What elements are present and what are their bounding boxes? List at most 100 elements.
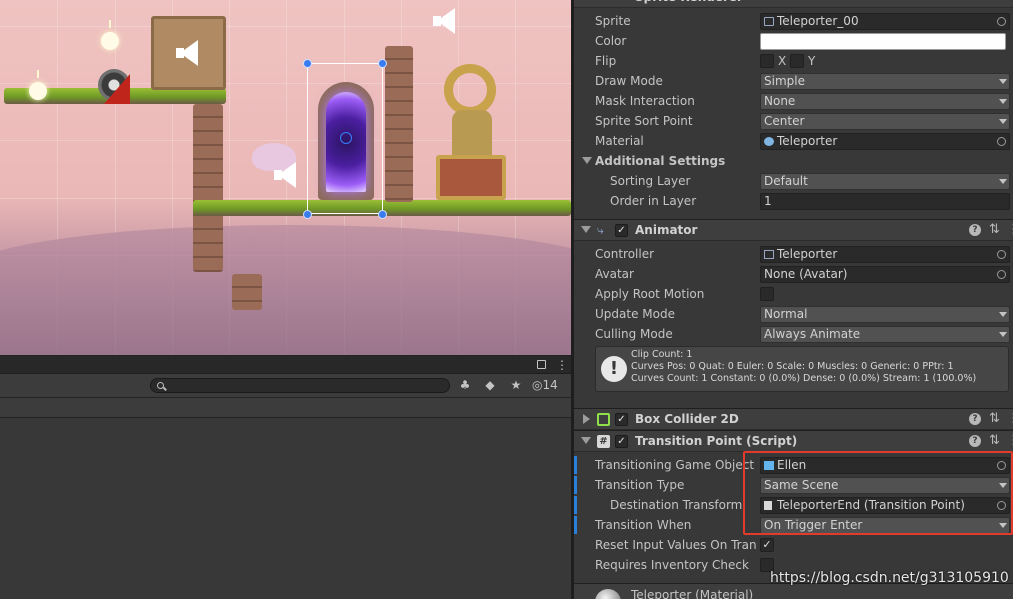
visible-count: 14 (542, 378, 558, 392)
mask-row: Mask Interaction None (574, 91, 1013, 111)
enable-checkbox[interactable]: ✓ (615, 413, 628, 426)
audio-source-icon[interactable] (176, 40, 198, 66)
animator-header[interactable]: ⤷ ✓ Animator ? ⇅ ⋮ (574, 219, 1013, 241)
presets-icon[interactable]: ⇅ (989, 433, 1000, 449)
label-tag-icon[interactable]: ◆ (480, 377, 500, 394)
sprite-renderer-header[interactable]: Sprite Renderer (574, 0, 1013, 8)
scene-view[interactable] (0, 0, 571, 355)
root-motion-checkbox[interactable] (760, 287, 774, 301)
order-input[interactable]: 1 (760, 193, 1010, 210)
audio-source-icon[interactable] (433, 8, 455, 34)
sort-point-dropdown[interactable]: Center (760, 113, 1010, 130)
field-value: Normal (764, 307, 808, 321)
chevron-down-icon (999, 119, 1007, 124)
object-picker-icon[interactable] (997, 17, 1006, 26)
field-label: Sorting Layer (610, 174, 691, 188)
selection-rect[interactable] (307, 63, 383, 214)
sort-point-row: Sprite Sort Point Center (574, 111, 1013, 131)
field-value: None (764, 94, 796, 108)
field-value: Center (764, 114, 805, 128)
foldout-arrow-icon[interactable] (583, 414, 590, 424)
sorting-layer-dropdown[interactable]: Default (760, 173, 1010, 190)
field-label: Material (595, 134, 644, 148)
controller-field[interactable]: Teleporter (760, 246, 1010, 263)
flip-y-checkbox[interactable] (790, 54, 804, 68)
color-swatch[interactable] (760, 33, 1006, 50)
chevron-down-icon (999, 332, 1007, 337)
stone-block (232, 274, 262, 310)
rect-handle-top-left[interactable] (303, 59, 312, 68)
statue-ring (444, 64, 496, 116)
transition-point-header[interactable]: # ✓ Transition Point (Script) ? ⇅ ⋮ (574, 430, 1013, 452)
draw-mode-dropdown[interactable]: Simple (760, 73, 1010, 90)
field-label: Transition Type (595, 478, 685, 492)
field-label: Draw Mode (595, 74, 663, 88)
rect-handle-bottom-left[interactable] (303, 210, 312, 219)
additional-settings-foldout[interactable]: Additional Settings (574, 151, 1013, 171)
foldout-arrow-icon[interactable] (582, 157, 592, 164)
field-label: Mask Interaction (595, 94, 695, 108)
foldout-arrow-icon[interactable] (581, 226, 591, 233)
stone-column (385, 46, 413, 202)
enable-checkbox[interactable]: ✓ (615, 435, 628, 448)
field-value: Teleporter (777, 247, 838, 261)
more-icon[interactable]: ⋮ (1007, 411, 1013, 427)
avatar-field[interactable]: None (Avatar) (760, 266, 1010, 283)
presets-icon[interactable]: ⇅ (989, 222, 1000, 238)
sprite-row: Sprite Teleporter_00 (574, 11, 1013, 31)
draw-mode-row: Draw Mode Simple (574, 71, 1013, 91)
field-label: Transitioning Game Object (595, 458, 755, 472)
statue-base (436, 155, 506, 200)
info-icon: ! (601, 356, 627, 382)
component-title: Transition Point (Script) (635, 434, 798, 448)
flip-x-label: X (778, 54, 787, 68)
object-picker-icon[interactable] (997, 270, 1006, 279)
reset-input-row: Reset Input Values On Transition ✓ (574, 535, 1013, 555)
chevron-down-icon (999, 312, 1007, 317)
field-label: Update Mode (595, 307, 675, 321)
help-icon[interactable]: ? (969, 413, 981, 425)
object-picker-icon[interactable] (997, 250, 1006, 259)
animator-info-box: ! Clip Count: 1 Curves Pos: 0 Quat: 0 Eu… (595, 346, 1009, 392)
sorting-layer-row: Sorting Layer Default (574, 171, 1013, 191)
red-highlight-box (743, 451, 1013, 535)
more-icon[interactable]: ⋮ (1007, 222, 1013, 238)
light-icon[interactable] (29, 82, 47, 100)
field-label: Sprite Sort Point (595, 114, 693, 128)
help-icon[interactable]: ? (969, 435, 981, 447)
box-collider-header[interactable]: ✓ Box Collider 2D ? ⇅ ⋮ (574, 408, 1013, 430)
stone-pillar (193, 104, 223, 272)
sprite-asset-icon (764, 17, 774, 26)
material-field[interactable]: Teleporter (760, 133, 1010, 150)
field-value: 1 (764, 194, 772, 208)
update-mode-dropdown[interactable]: Normal (760, 306, 1010, 323)
field-value: Teleporter_00 (777, 14, 859, 28)
scene-grid-line (0, 26, 571, 27)
audio-source-icon[interactable] (274, 162, 296, 188)
field-label: Color (595, 34, 627, 48)
rect-handle-bottom-right[interactable] (378, 210, 387, 219)
search-input[interactable] (150, 378, 450, 393)
component-title: Box Collider 2D (635, 412, 739, 426)
hierarchy-toolbar: ♣ ◆ ★ ◎14 (0, 374, 571, 398)
more-menu-icon[interactable]: ⋮ (556, 359, 568, 371)
light-icon[interactable] (101, 32, 119, 50)
field-label: Transition When (595, 518, 692, 532)
favorite-star-icon[interactable]: ★ (506, 377, 526, 394)
mask-dropdown[interactable]: None (760, 93, 1010, 110)
field-value: Default (764, 174, 808, 188)
foldout-arrow-icon[interactable] (581, 437, 591, 444)
reset-input-checkbox[interactable]: ✓ (760, 538, 774, 552)
help-icon[interactable]: ? (969, 224, 981, 236)
filter-type-icon[interactable]: ♣ (455, 377, 475, 394)
rect-handle-top-right[interactable] (378, 59, 387, 68)
enable-checkbox[interactable]: ✓ (615, 224, 628, 237)
lock-icon[interactable] (537, 360, 546, 369)
presets-icon[interactable]: ⇅ (989, 411, 1000, 427)
flip-x-checkbox[interactable] (760, 54, 774, 68)
sprite-field[interactable]: Teleporter_00 (760, 13, 1010, 30)
visibility-count[interactable]: ◎14 (532, 377, 568, 394)
culling-mode-dropdown[interactable]: Always Animate (760, 326, 1010, 343)
more-icon[interactable]: ⋮ (1007, 433, 1013, 449)
object-picker-icon[interactable] (997, 137, 1006, 146)
